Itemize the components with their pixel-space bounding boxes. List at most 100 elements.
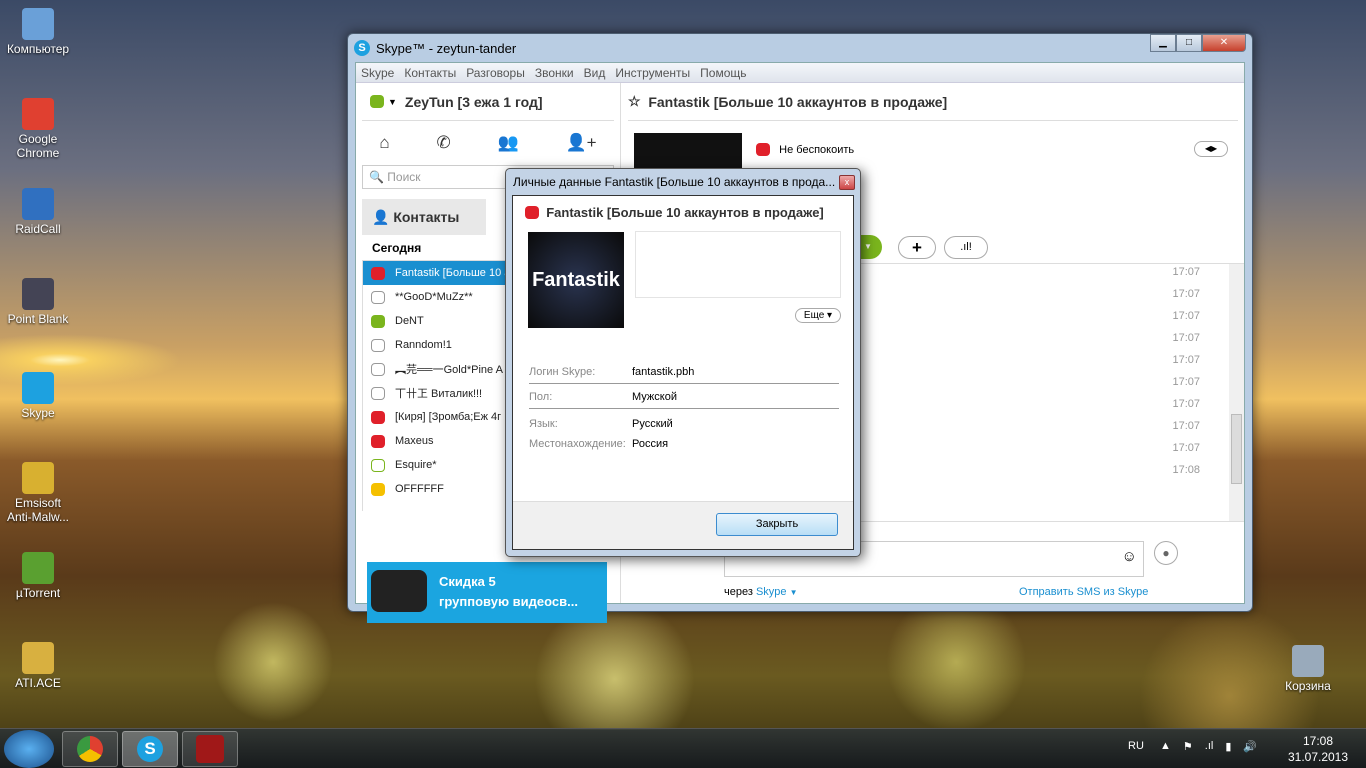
desktop-icon-recycle-bin[interactable]: Корзина (1272, 645, 1344, 693)
menu-item[interactable]: Звонки (530, 66, 579, 80)
desktop-icon[interactable]: Emsisoft Anti-Malw... (2, 462, 74, 524)
status-icon (371, 266, 385, 280)
status-icon (371, 386, 385, 400)
app-icon (22, 98, 54, 130)
add-contact-icon[interactable]: 👤+ (565, 133, 596, 153)
app-icon (22, 188, 54, 220)
app-icon (22, 8, 54, 40)
desktop-icon[interactable]: Google Chrome (2, 98, 74, 160)
status-icon (371, 338, 385, 352)
star-icon[interactable]: ☆ (628, 93, 641, 110)
app-icon (22, 642, 54, 674)
taskbar-chrome[interactable] (62, 731, 118, 767)
game-icon (196, 735, 224, 763)
profile-avatar: Fantastik (528, 232, 624, 328)
action-center-icon[interactable]: ⚑ (1183, 740, 1193, 753)
via-skype-dropdown[interactable]: Skype (756, 586, 787, 598)
profile-field: Логин Skype: fantastik.pbh (529, 366, 695, 378)
close-button[interactable]: ✕ (1202, 34, 1246, 52)
scrollbar[interactable] (1229, 264, 1244, 521)
user-name: ZeyTun [3 ежа 1 год] (404, 93, 543, 110)
status-icon (371, 410, 385, 424)
skype-icon: S (137, 736, 163, 762)
profile-dialog: Личные данные Fantastik [Больше 10 аккау… (505, 168, 861, 557)
dialog-title[interactable]: Личные данные Fantastik [Больше 10 аккау… (506, 169, 860, 195)
message-timestamp: 17:07 (1172, 442, 1200, 454)
status-icon (371, 290, 385, 304)
clock[interactable]: 17:08 31.07.2013 (1282, 733, 1354, 765)
status-icon (371, 314, 385, 328)
minimize-button[interactable]: ▁ (1150, 34, 1176, 52)
menu-item[interactable]: Инструменты (610, 66, 695, 80)
phone-icon[interactable]: ✆ (436, 133, 450, 153)
desktop-icon[interactable]: Point Blank (2, 278, 74, 326)
group-icon[interactable]: 👥 (498, 133, 519, 153)
emoticon-icon[interactable]: ☺ (1122, 548, 1137, 565)
show-hidden-icons[interactable]: ▲ (1160, 740, 1171, 753)
language-indicator[interactable]: RU (1128, 740, 1144, 752)
dialog-close-button[interactable]: x (839, 175, 855, 190)
chevron-down-icon: ▼ (388, 96, 397, 107)
divider (529, 383, 839, 384)
status-icon (371, 458, 385, 472)
close-dialog-button[interactable]: Закрыть (716, 513, 838, 536)
app-icon (22, 372, 54, 404)
network-icon[interactable]: .ıl (1205, 740, 1214, 753)
desktop-icon[interactable]: Компьютер (2, 8, 74, 56)
tab-contacts[interactable]: 👤 Контакты (362, 199, 486, 235)
promo-banner[interactable]: Скидка 5 групповую видеосв... (367, 562, 607, 623)
window-title: Skype™ - zeytun-tander (376, 40, 517, 56)
call-quality-icon[interactable]: .ıl! (944, 236, 988, 259)
volume-icon[interactable]: 🔊 (1243, 740, 1257, 753)
webcam-icon (371, 570, 427, 612)
message-timestamp: 17:07 (1172, 310, 1200, 322)
message-timestamp: 17:07 (1172, 376, 1200, 388)
send-sms-link[interactable]: Отправить SMS из Skype (1019, 586, 1148, 598)
message-timestamp: 17:07 (1172, 354, 1200, 366)
mood-message-box (635, 231, 841, 298)
recycle-bin-icon (1292, 645, 1324, 677)
desktop-icon[interactable]: RaidCall (2, 188, 74, 236)
menu-item[interactable]: Разговоры (461, 66, 530, 80)
profile-field: Пол: Мужской (529, 391, 677, 403)
menu-item[interactable]: Контакты (399, 66, 461, 80)
message-timestamp: 17:07 (1172, 266, 1200, 278)
app-icon (22, 462, 54, 494)
app-icon (22, 278, 54, 310)
add-button[interactable]: + (898, 236, 936, 259)
maximize-button[interactable]: □ (1176, 34, 1202, 52)
message-timestamp: 17:07 (1172, 288, 1200, 300)
desktop-icon[interactable]: ATI.ACE (2, 642, 74, 690)
message-timestamp: 17:07 (1172, 398, 1200, 410)
taskbar-game[interactable] (182, 731, 238, 767)
dnd-status-icon (756, 143, 770, 156)
desktop-icon[interactable]: µTorrent (2, 552, 74, 600)
menu-item[interactable]: Вид (579, 66, 611, 80)
profile-field: Местонахождение: Россия (529, 438, 669, 450)
user-status-bar[interactable]: ▼ ZeyTun [3 ежа 1 год] (362, 83, 614, 121)
home-icon[interactable]: ⌂ (379, 133, 389, 153)
nav-arrows[interactable]: ◀▶ (1194, 141, 1228, 157)
status-icon (371, 362, 385, 376)
message-timestamp: 17:07 (1172, 420, 1200, 432)
power-icon[interactable]: ▮ (1225, 740, 1231, 753)
divider (529, 408, 839, 409)
chrome-icon (77, 736, 103, 762)
online-status-icon (370, 95, 384, 108)
message-timestamp: 17:08 (1172, 464, 1200, 476)
desktop-icon[interactable]: Skype (2, 372, 74, 420)
start-button[interactable] (4, 730, 54, 768)
title-bar[interactable]: S Skype™ - zeytun-tander (348, 34, 1252, 62)
taskbar: S RU ▲ ⚑ .ıl ▮ 🔊 17:08 31.07.2013 (0, 728, 1366, 768)
app-icon (22, 552, 54, 584)
status-icon (371, 482, 385, 496)
taskbar-skype[interactable]: S (122, 731, 178, 767)
more-button[interactable]: Еще ▾ (795, 308, 841, 323)
menu-bar: Skype Контакты Разговоры Звонки Вид Инструмен… (356, 63, 1244, 83)
menu-item[interactable]: Skype (356, 66, 399, 80)
dnd-status-icon (525, 206, 539, 219)
skype-logo-icon: S (354, 40, 370, 56)
send-icon[interactable]: ● (1154, 541, 1178, 565)
chat-title: Fantastik [Больше 10 аккаунтов в продаже… (648, 93, 948, 110)
menu-item[interactable]: Помощь (695, 66, 751, 80)
